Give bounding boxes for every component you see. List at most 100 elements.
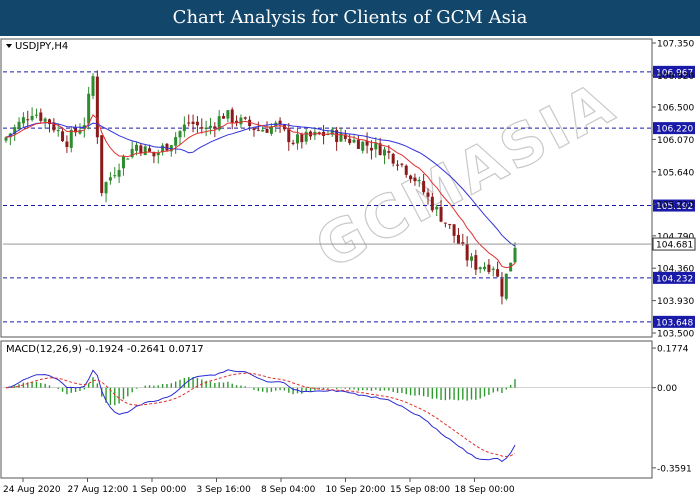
candle-body — [404, 165, 408, 175]
time-tick-label: 8 Sep 04:00 — [261, 485, 316, 495]
candle-body — [443, 222, 447, 224]
candle-body — [56, 130, 60, 132]
candle-body — [491, 268, 495, 270]
time-axis: 24 Aug 2020 27 Aug 12:00 1 Sep 00:00 3 Sep … — [3, 478, 515, 495]
candle-body — [21, 117, 25, 124]
candle-body — [178, 131, 182, 138]
macd-panel-frame — [0, 340, 653, 479]
candle-body — [430, 196, 434, 211]
candle-body — [300, 133, 304, 143]
candle-body — [230, 109, 234, 123]
candle-body — [426, 192, 430, 197]
candle-body — [391, 153, 395, 164]
candle-body — [113, 175, 117, 177]
candle-body — [382, 149, 386, 156]
candle-body — [126, 158, 130, 160]
symbol-label: USDJPY,H4 — [15, 41, 68, 52]
candle-body — [95, 76, 99, 138]
candle-body — [487, 264, 491, 272]
macd-axis: 0.1774 0.00 -0.3591 — [652, 345, 692, 474]
candle-body — [117, 169, 121, 177]
candle-body — [400, 163, 404, 165]
candle-body — [108, 177, 112, 181]
candle-body — [165, 143, 169, 151]
candle-body — [243, 117, 247, 119]
candle-body — [104, 182, 108, 194]
candle-body — [261, 129, 265, 132]
level-label: 103.648 — [656, 318, 693, 328]
candle-body — [139, 145, 143, 154]
candle-body — [26, 119, 30, 121]
candle-body — [352, 139, 356, 143]
candle-body — [182, 124, 186, 132]
candle-body — [396, 164, 400, 166]
candle-body — [65, 141, 69, 148]
candle-body — [174, 137, 178, 146]
candle-body — [34, 114, 38, 116]
time-tick-label: 15 Sep 08:00 — [390, 485, 450, 495]
candle-body — [91, 76, 95, 96]
time-tick-label: 24 Aug 2020 — [3, 485, 61, 495]
candle-body — [435, 206, 439, 210]
candle-body — [500, 278, 504, 297]
price-tick-label: 105.210 — [657, 201, 694, 211]
candle-body — [265, 128, 269, 133]
candle-body — [43, 118, 47, 122]
candle-body — [469, 256, 473, 261]
time-tick-label: 1 Sep 00:00 — [132, 485, 187, 495]
price-tick-label: 105.640 — [657, 168, 694, 178]
candle-body — [504, 273, 508, 299]
candle-body — [496, 269, 500, 277]
candle-body — [448, 224, 452, 226]
chart-canvas: GCMASIA 106.967106.220105.192104.232103.… — [0, 38, 696, 495]
candle-body — [252, 128, 256, 131]
candle-body — [239, 117, 243, 125]
macd-label: MACD(12,26,9) -0.1924 -0.2641 0.0717 — [6, 344, 204, 355]
candle-body — [461, 242, 465, 244]
candle-body — [478, 267, 482, 270]
candle-body — [61, 131, 65, 142]
candle-body — [30, 115, 34, 120]
candle-body — [208, 125, 212, 128]
time-tick-label: 10 Sep 20:00 — [326, 485, 386, 495]
candle-body — [452, 224, 456, 236]
candle-body — [135, 144, 139, 151]
candle-body — [226, 110, 230, 119]
candle-body — [417, 179, 421, 181]
candle-body — [256, 129, 260, 131]
candle-body — [422, 181, 426, 193]
candle-body — [222, 116, 226, 119]
candle-body — [387, 151, 391, 153]
candle-body — [200, 127, 204, 129]
price-tick-label: 104.360 — [657, 265, 694, 275]
price-tick-label: 103.930 — [657, 297, 694, 307]
candle-body — [121, 156, 125, 169]
candle-body — [191, 121, 195, 125]
level-label: 106.220 — [656, 125, 693, 135]
candle-body — [474, 255, 478, 270]
candle-body — [17, 121, 21, 130]
candle-body — [213, 126, 217, 129]
price-tick-label: 106.920 — [657, 72, 694, 82]
candle-body — [348, 138, 352, 144]
candle-body — [69, 130, 73, 148]
price-tick-label: 106.500 — [657, 104, 694, 114]
last-price-label: 104.681 — [656, 241, 693, 251]
candle-body — [204, 127, 208, 130]
candle-body — [465, 244, 469, 261]
candle-body — [361, 141, 365, 151]
candle-body — [4, 137, 8, 141]
price-tick-label: 107.350 — [657, 40, 694, 50]
macd-tick-label: 0.1774 — [657, 345, 689, 355]
candle-body — [456, 234, 460, 244]
candle-body — [39, 112, 43, 121]
price-tick-label: 103.500 — [657, 330, 694, 340]
candle-body — [413, 177, 417, 182]
macd-tick-label: 0.00 — [657, 384, 677, 394]
candle-body — [483, 266, 487, 270]
candle-body — [513, 247, 517, 263]
candle-body — [356, 139, 360, 149]
time-tick-label: 3 Sep 16:00 — [197, 485, 252, 495]
time-tick-label: 18 Sep 00:00 — [455, 485, 515, 495]
candle-body — [369, 147, 373, 151]
